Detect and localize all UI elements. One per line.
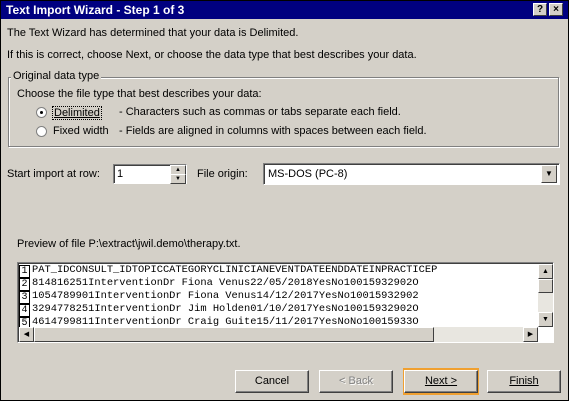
delimited-label-text: Delimited xyxy=(54,107,100,119)
start-row-spinner[interactable]: 1 ▲ ▼ xyxy=(113,164,187,184)
spin-down-button[interactable]: ▼ xyxy=(170,174,186,184)
intro-line-2: If this is correct, choose Next, or choo… xyxy=(7,49,417,61)
row-number: 4 xyxy=(19,304,30,317)
title-bar[interactable]: Text Import Wizard - Step 1 of 3 ? × xyxy=(1,1,568,19)
file-origin-label: File origin: xyxy=(197,168,248,180)
start-row-value: 1 xyxy=(117,168,124,180)
preview-row: PAT_IDCONSULT_IDTOPICCATEGORYCLINICIANEV… xyxy=(32,264,438,276)
scroll-left-button[interactable]: ◀ xyxy=(19,327,34,342)
original-data-type-legend: Original data type xyxy=(11,70,102,82)
file-type-prompt: Choose the file type that best describes… xyxy=(17,88,262,100)
delimited-label[interactable]: Delimited xyxy=(52,106,102,120)
radio-selected-dot xyxy=(40,111,43,114)
cancel-button[interactable]: Cancel xyxy=(235,370,309,393)
delimited-radio[interactable] xyxy=(36,107,47,118)
chevron-down-icon[interactable]: ▼ xyxy=(541,165,557,183)
close-button[interactable]: × xyxy=(549,3,563,16)
fixed-width-description: - Fields are aligned in columns with spa… xyxy=(119,125,427,137)
next-button[interactable]: Next > xyxy=(404,370,478,393)
file-preview[interactable]: 1 PAT_IDCONSULT_IDTOPICCATEGORYCLINICIAN… xyxy=(17,262,554,343)
row-number: 1 xyxy=(19,265,30,278)
vertical-scroll-thumb[interactable] xyxy=(538,279,553,293)
fixed-width-radio[interactable] xyxy=(36,126,47,137)
preview-horizontal-scrollbar[interactable]: ◀ ▶ xyxy=(19,327,538,342)
scroll-down-button[interactable]: ▼ xyxy=(538,312,553,327)
preview-label: Preview of file P:\extract\jwil.demo\the… xyxy=(17,238,241,250)
scroll-right-button[interactable]: ▶ xyxy=(523,327,538,342)
preview-vertical-scrollbar[interactable]: ▲ ▼ xyxy=(538,264,553,327)
back-button[interactable]: < Back xyxy=(319,370,393,393)
preview-row: 814816251InterventionDr Fiona Venus22/05… xyxy=(32,277,419,289)
row-number: 3 xyxy=(19,291,30,304)
intro-line-1: The Text Wizard has determined that your… xyxy=(7,27,299,39)
delimited-description: - Characters such as commas or tabs sepa… xyxy=(119,106,401,118)
finish-button-label: Finish xyxy=(509,375,539,387)
preview-row: 1054789901InterventionDr Fiona Venus14/1… xyxy=(32,290,419,302)
horizontal-scroll-thumb[interactable] xyxy=(34,327,434,342)
row-number: 2 xyxy=(19,278,30,291)
start-row-label: Start import at row: xyxy=(7,168,100,180)
preview-row: 3294778251InterventionDr Jim Holden01/10… xyxy=(32,303,419,315)
finish-button[interactable]: Finish xyxy=(487,370,561,393)
window-title: Text Import Wizard - Step 1 of 3 xyxy=(6,3,185,17)
scroll-up-button[interactable]: ▲ xyxy=(538,264,553,279)
fixed-width-label[interactable]: Fixed width xyxy=(53,125,109,137)
file-origin-value: MS-DOS (PC-8) xyxy=(268,168,348,180)
next-button-label: Next > xyxy=(424,375,458,387)
text-import-wizard-dialog: Text Import Wizard - Step 1 of 3 ? × The… xyxy=(0,0,569,401)
help-button[interactable]: ? xyxy=(533,3,547,16)
file-origin-dropdown[interactable]: MS-DOS (PC-8) ▼ xyxy=(263,163,560,185)
